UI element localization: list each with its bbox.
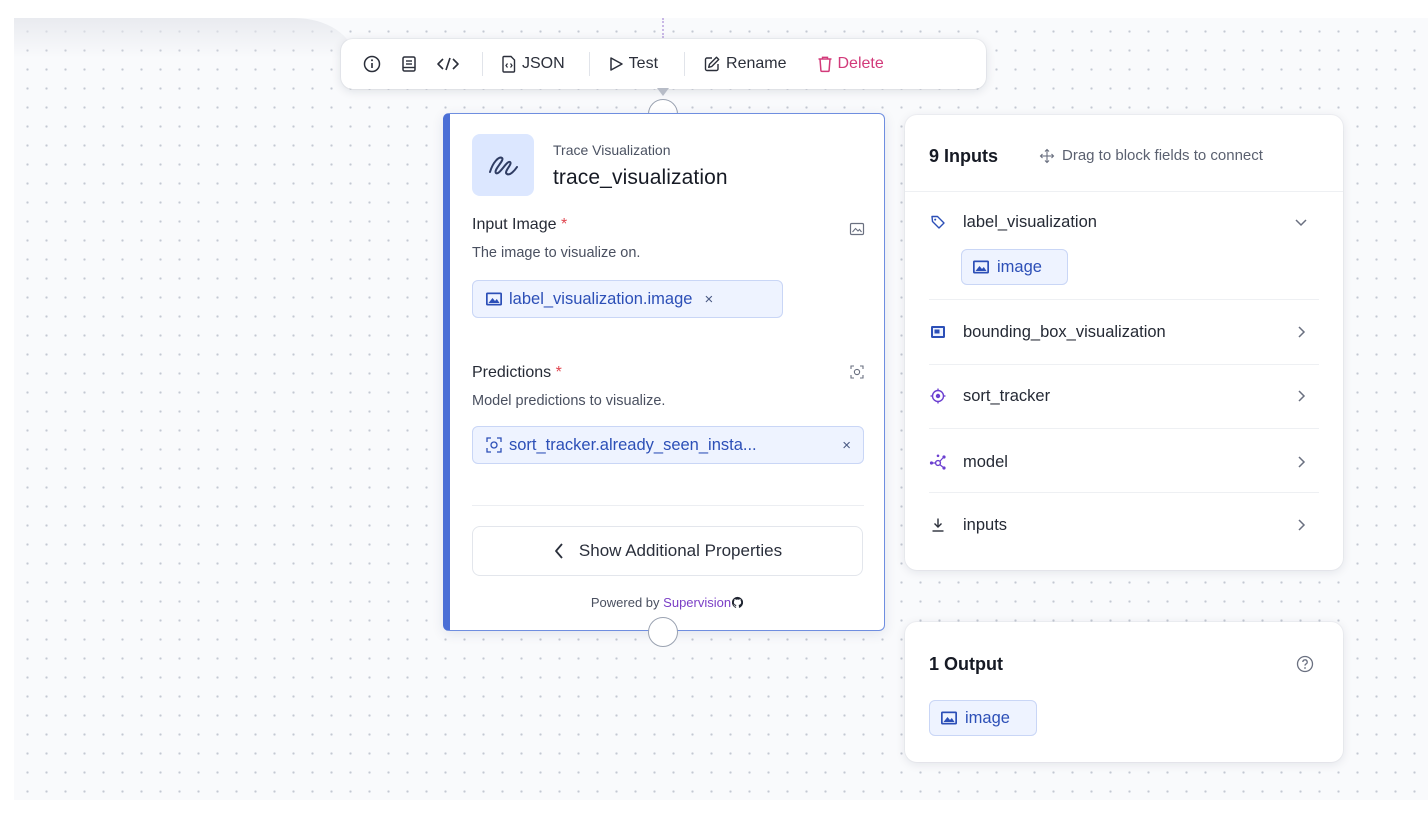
drag-hint-text: Drag to block fields to connect	[1062, 147, 1263, 164]
download-icon	[929, 516, 947, 534]
block-type-label: Trace Visualization	[553, 142, 671, 158]
remove-predictions-button[interactable]: ×	[842, 437, 851, 454]
output-image-chip[interactable]: image	[929, 700, 1037, 736]
input-item-name: label_visualization	[963, 212, 1097, 231]
show-additional-properties-button[interactable]: Show Additional Properties	[472, 526, 863, 576]
panel-divider	[905, 191, 1343, 192]
inputs-panel: 9 Inputs Drag to block fields to connect…	[905, 115, 1343, 570]
rename-button-label: Rename	[726, 55, 787, 72]
label-visualization-image-output-chip[interactable]: image	[961, 249, 1068, 285]
predictions-selector-chip[interactable]: sort_tracker.already_seen_insta... ×	[472, 426, 864, 464]
block-toolbar: JSON Test Rename Delete	[341, 39, 986, 89]
chevron-right-icon[interactable]	[1293, 324, 1309, 340]
canvas-shadow	[14, 18, 354, 58]
input-image-label: Input Image *	[472, 216, 567, 234]
target-icon	[929, 387, 947, 405]
chevron-down-icon[interactable]	[1293, 214, 1309, 230]
info-icon[interactable]	[361, 53, 383, 75]
play-icon	[609, 57, 623, 71]
drag-hint: Drag to block fields to connect	[1039, 147, 1263, 164]
remove-input-image-button[interactable]: ×	[704, 291, 713, 308]
output-panel: 1 Output image	[905, 622, 1343, 762]
powered-by: Powered by Supervision	[450, 595, 885, 610]
rename-button[interactable]: Rename	[703, 55, 787, 73]
output-title: 1 Output	[929, 654, 1003, 674]
row-divider	[929, 428, 1319, 429]
show-additional-properties-label: Show Additional Properties	[578, 541, 783, 560]
input-item-inputs[interactable]: inputs	[929, 515, 1319, 535]
test-button-label: Test	[628, 55, 659, 72]
chevron-right-icon[interactable]	[1293, 388, 1309, 404]
input-image-selector-value: label_visualization.image	[509, 289, 693, 308]
output-handle[interactable]	[648, 617, 678, 647]
json-button[interactable]: JSON	[501, 55, 565, 73]
chevron-right-icon[interactable]	[1293, 454, 1309, 470]
github-icon[interactable]	[731, 596, 744, 609]
image-icon	[486, 292, 502, 306]
delete-button-label: Delete	[837, 55, 884, 72]
output-chip-label: image	[997, 257, 1042, 276]
input-item-name: model	[963, 452, 1008, 471]
trace-visualization-icon	[472, 134, 534, 196]
chevron-right-icon[interactable]	[1293, 517, 1309, 533]
help-icon[interactable]	[1296, 655, 1314, 673]
inputs-title: 9 Inputs	[929, 146, 999, 166]
input-image-label-text: Input Image	[472, 216, 557, 233]
card-divider	[472, 505, 864, 506]
edit-icon	[704, 56, 720, 72]
required-mark: *	[555, 364, 562, 381]
block-name: trace_visualization	[553, 166, 728, 189]
image-icon	[941, 711, 957, 725]
predictions-selector-value: sort_tracker.already_seen_insta...	[509, 435, 757, 454]
json-button-label: JSON	[522, 55, 565, 72]
row-divider	[929, 299, 1319, 300]
delete-button[interactable]: Delete	[817, 55, 884, 73]
input-item-sort-tracker[interactable]: sort_tracker	[929, 386, 1319, 406]
model-graph-icon	[929, 453, 947, 471]
output-chip-label: image	[965, 708, 1010, 727]
input-item-label-visualization[interactable]: label_visualization	[929, 212, 1319, 232]
supervision-link[interactable]: Supervision	[663, 595, 731, 610]
file-code-icon	[502, 55, 516, 73]
predictions-label-text: Predictions	[472, 364, 552, 381]
trace-visualization-block[interactable]: Trace Visualization trace_visualization …	[443, 113, 885, 631]
row-divider	[929, 492, 1319, 493]
detections-icon	[486, 437, 502, 453]
input-item-bounding-box-visualization[interactable]: bounding_box_visualization	[929, 322, 1319, 342]
powered-by-text: Powered by	[590, 595, 660, 610]
required-mark: *	[560, 216, 568, 233]
edge-arrow	[657, 88, 669, 96]
input-item-model[interactable]: model	[929, 452, 1319, 472]
bbox-image-icon	[929, 323, 947, 341]
test-button[interactable]: Test	[608, 55, 658, 73]
input-item-name: sort_tracker	[963, 386, 1051, 405]
row-divider	[929, 364, 1319, 365]
image-type-icon	[849, 222, 865, 236]
tag-icon	[929, 213, 947, 231]
docs-icon[interactable]	[398, 53, 420, 75]
toolbar-separator	[684, 52, 686, 76]
input-image-description: The image to visualize on.	[472, 245, 641, 261]
input-item-name: bounding_box_visualization	[963, 322, 1166, 341]
input-image-selector-chip[interactable]: label_visualization.image ×	[472, 280, 783, 318]
drag-move-icon	[1039, 148, 1055, 163]
predictions-label: Predictions *	[472, 364, 562, 382]
code-icon[interactable]	[435, 53, 461, 75]
image-icon	[973, 260, 989, 274]
predictions-type-icon	[850, 365, 864, 379]
toolbar-separator	[588, 52, 590, 76]
trash-icon	[818, 56, 831, 73]
connection-edge	[662, 18, 664, 38]
toolbar-separator	[482, 52, 483, 76]
chevron-left-icon	[555, 543, 563, 559]
input-item-name: inputs	[963, 515, 1008, 534]
predictions-description: Model predictions to visualize.	[472, 393, 666, 409]
